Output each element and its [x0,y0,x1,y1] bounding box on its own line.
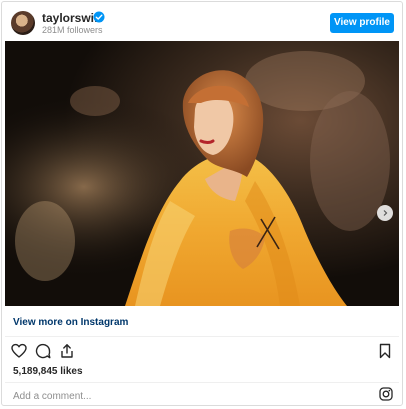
comment-icon[interactable] [35,343,51,359]
divider [5,336,399,337]
follower-count: 281M followers [42,25,103,35]
add-comment-field[interactable]: Add a comment... [13,391,91,403]
verified-badge-icon [93,11,105,23]
bookmark-icon[interactable] [377,343,393,359]
action-bar [2,340,402,362]
concert-photo-image [5,41,399,306]
instagram-embed: taylorswift 281M followers View profile [1,1,403,406]
chevron-right-icon [383,210,388,216]
post-photo[interactable] [5,41,399,306]
view-more-link[interactable]: View more on Instagram [13,317,128,329]
share-icon[interactable] [59,343,75,359]
divider [5,382,399,383]
heart-icon[interactable] [11,343,27,359]
instagram-icon[interactable] [379,387,393,401]
post-header: taylorswift 281M followers View profile [2,2,402,42]
view-profile-button[interactable]: View profile [330,13,394,33]
like-count: 5,189,845 likes [13,366,83,377]
avatar[interactable] [11,11,35,35]
next-photo-button[interactable] [377,205,393,221]
